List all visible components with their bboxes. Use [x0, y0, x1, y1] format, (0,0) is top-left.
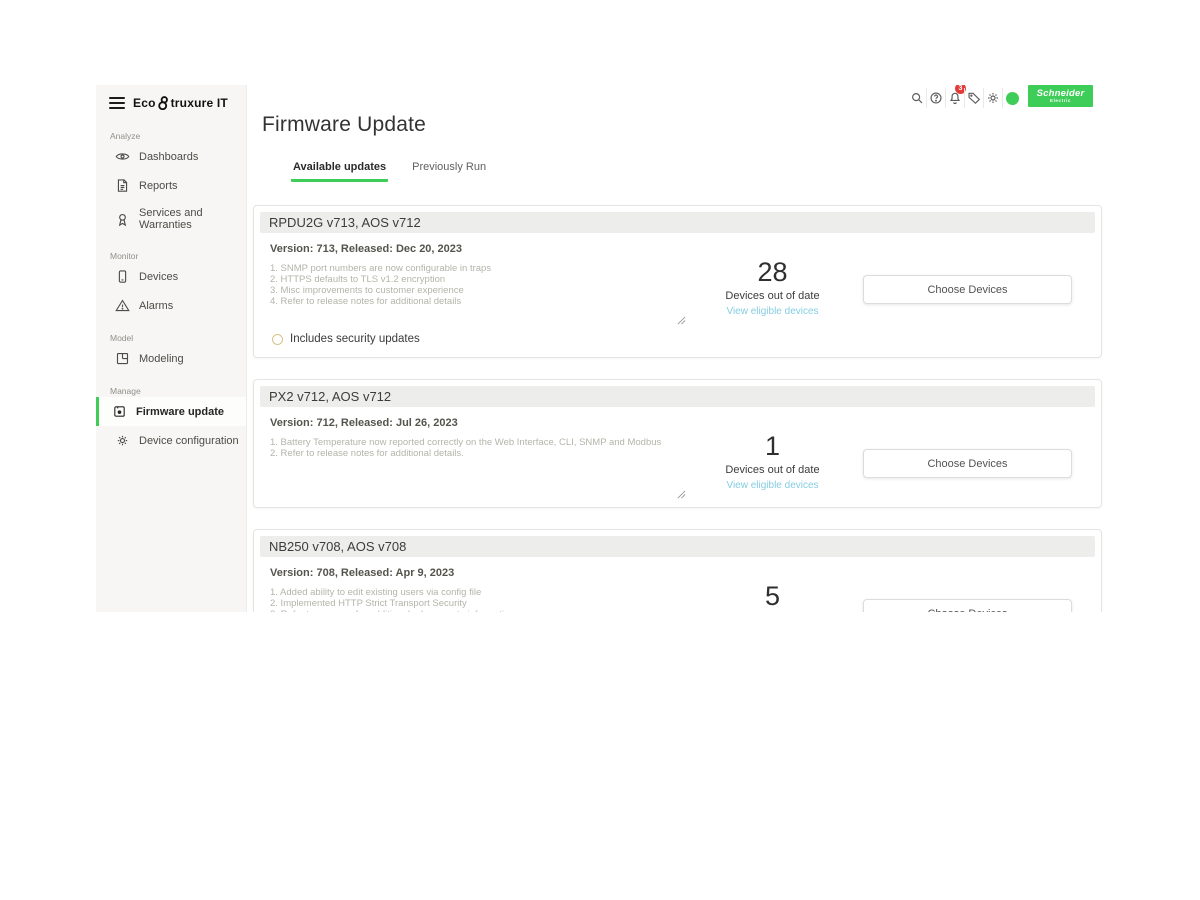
- sidebar: Eco truxure IT Analyze Dashboards Report…: [96, 85, 247, 612]
- release-note: 2. Implemented HTTP Strict Transport Sec…: [270, 598, 682, 609]
- sidebar-item-alarms[interactable]: Alarms: [96, 291, 246, 320]
- schneider-electric-logo: Schneider Electric: [1028, 85, 1093, 107]
- page-canvas: Eco truxure IT Analyze Dashboards Report…: [0, 0, 1200, 900]
- feedback-tag-icon[interactable]: [964, 88, 983, 108]
- sidebar-item-reports[interactable]: Reports: [96, 171, 246, 200]
- release-note: 3. Misc improvements to customer experie…: [270, 285, 682, 296]
- settings-gear-icon[interactable]: [983, 88, 1002, 108]
- sidebar-item-services-warranties[interactable]: Services and Warranties: [96, 200, 246, 238]
- firmware-card-nb250: NB250 v708, AOS v708 Version: 708, Relea…: [253, 529, 1102, 612]
- page-title: Firmware Update: [247, 113, 1104, 137]
- section-label-model: Model: [110, 333, 246, 343]
- release-notes-box: 1. SNMP port numbers are now configurabl…: [270, 263, 682, 323]
- section-label-manage: Manage: [110, 386, 246, 396]
- notifications-bell-icon[interactable]: 3: [945, 88, 964, 108]
- sidebar-header: Eco truxure IT: [96, 85, 246, 118]
- tab-bar: Available updates Previously Run: [291, 161, 1104, 182]
- card-title: PX2 v712, AOS v712: [260, 386, 1095, 407]
- release-note: 3. Refer to apc.com for additional relea…: [270, 609, 682, 612]
- version-line: Version: 708, Released: Apr 9, 2023: [270, 567, 682, 579]
- sidebar-item-firmware-update[interactable]: Firmware update: [96, 397, 246, 426]
- sidebar-item-modeling[interactable]: Modeling: [96, 344, 246, 373]
- choose-devices-button[interactable]: Choose Devices: [863, 599, 1072, 612]
- view-eligible-devices-link[interactable]: View eligible devices: [726, 306, 818, 317]
- sidebar-item-dashboards[interactable]: Dashboards: [96, 142, 246, 171]
- utility-bar: 3 Schneider Electric: [907, 85, 1093, 108]
- modeling-icon: [115, 351, 130, 366]
- release-note: 2. HTTPS defaults to TLS v1.2 encryption: [270, 274, 682, 285]
- resize-handle-icon[interactable]: [677, 312, 686, 321]
- security-note: Includes security updates: [290, 333, 420, 345]
- sidebar-item-label: Modeling: [139, 353, 184, 365]
- brand-line1: Schneider: [1037, 89, 1085, 99]
- tab-previously-run[interactable]: Previously Run: [410, 161, 488, 182]
- devices-out-of-date-label: Devices out of date: [725, 290, 819, 302]
- version-line: Version: 712, Released: Jul 26, 2023: [270, 417, 682, 429]
- user-status-dot[interactable]: [1002, 88, 1021, 108]
- view-eligible-devices-link[interactable]: View eligible devices: [726, 480, 818, 491]
- hamburger-menu-icon[interactable]: [109, 97, 125, 109]
- devices-out-of-date-count: 5: [765, 581, 780, 611]
- security-updates-row: Includes security updates: [272, 333, 1095, 345]
- devices-out-of-date-count: 1: [765, 431, 780, 461]
- sidebar-item-label: Services and Warranties: [139, 207, 240, 231]
- release-note: 1. Battery Temperature now reported corr…: [270, 437, 682, 448]
- services-icon: [115, 212, 130, 227]
- ecostruxure-loop-icon: [157, 96, 170, 110]
- main-area: 3 Schneider Electric Firmware Update Ava…: [247, 85, 1104, 612]
- sidebar-item-label: Alarms: [139, 300, 173, 312]
- release-note: 1. Added ability to edit existing users …: [270, 587, 682, 598]
- brand-line2: Electric: [1050, 99, 1071, 104]
- logo-text-eco: Eco: [133, 96, 156, 110]
- dashboards-icon: [115, 149, 130, 164]
- reports-icon: [115, 178, 130, 193]
- release-notes-box: 1. Added ability to edit existing users …: [270, 587, 682, 612]
- security-badge-icon: [272, 334, 283, 345]
- help-icon[interactable]: [926, 88, 945, 108]
- card-title: RPDU2G v713, AOS v712: [260, 212, 1095, 233]
- release-note: 4. Refer to release notes for additional…: [270, 296, 682, 307]
- resize-handle-icon[interactable]: [677, 486, 686, 495]
- sidebar-item-label: Device configuration: [139, 435, 239, 447]
- devices-icon: [115, 269, 130, 284]
- choose-devices-button[interactable]: Choose Devices: [863, 449, 1072, 478]
- devices-out-of-date-label: Devices out of date: [725, 464, 819, 476]
- choose-devices-button[interactable]: Choose Devices: [863, 275, 1072, 304]
- section-label-analyze: Analyze: [110, 131, 246, 141]
- tab-available-updates[interactable]: Available updates: [291, 161, 388, 182]
- firmware-card-rpdu2g: RPDU2G v713, AOS v712 Version: 713, Rele…: [253, 205, 1102, 358]
- sidebar-item-device-configuration[interactable]: Device configuration: [96, 426, 246, 455]
- release-note: 2. Refer to release notes for additional…: [270, 448, 682, 459]
- firmware-card-px2: PX2 v712, AOS v712 Version: 712, Release…: [253, 379, 1102, 508]
- alarms-icon: [115, 298, 130, 313]
- sidebar-item-label: Reports: [139, 180, 178, 192]
- search-icon[interactable]: [907, 88, 926, 108]
- device-config-icon: [115, 433, 130, 448]
- logo-text-truxure: truxure IT: [171, 96, 228, 110]
- update-cards-list: RPDU2G v713, AOS v712 Version: 713, Rele…: [253, 205, 1102, 612]
- sidebar-item-label: Devices: [139, 271, 178, 283]
- devices-out-of-date-count: 28: [757, 257, 787, 287]
- version-line: Version: 713, Released: Dec 20, 2023: [270, 243, 682, 255]
- firmware-update-icon: [112, 404, 127, 419]
- release-notes-box: 1. Battery Temperature now reported corr…: [270, 437, 682, 497]
- ecostruxure-logo: Eco truxure IT: [133, 96, 228, 110]
- sidebar-item-label: Dashboards: [139, 151, 198, 163]
- release-note: 1. SNMP port numbers are now configurabl…: [270, 263, 682, 274]
- card-title: NB250 v708, AOS v708: [260, 536, 1095, 557]
- app-window: Eco truxure IT Analyze Dashboards Report…: [96, 85, 1104, 612]
- page-content: Firmware Update Available updates Previo…: [247, 85, 1104, 612]
- section-label-monitor: Monitor: [110, 251, 246, 261]
- sidebar-item-label: Firmware update: [136, 406, 224, 418]
- sidebar-item-devices[interactable]: Devices: [96, 262, 246, 291]
